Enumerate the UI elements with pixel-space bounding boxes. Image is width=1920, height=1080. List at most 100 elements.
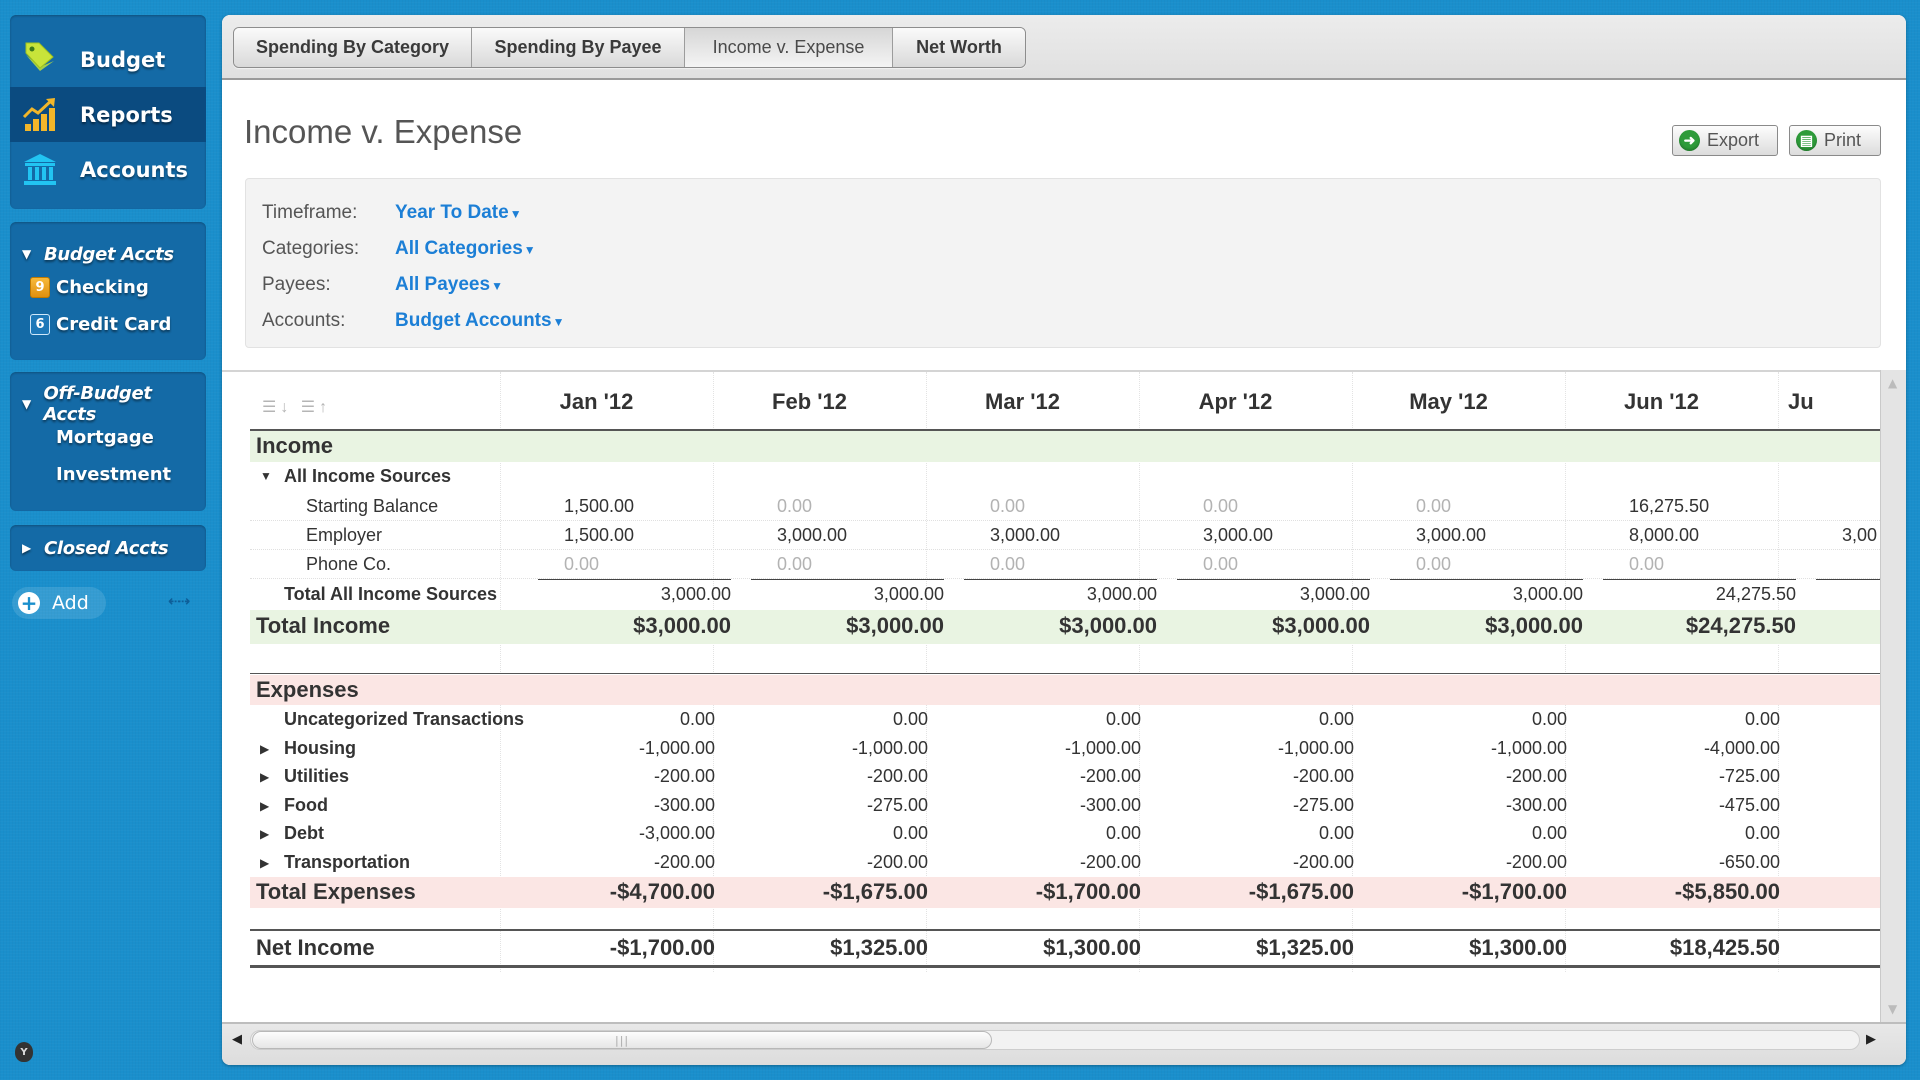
add-account-button[interactable]: + Add [12, 587, 106, 619]
tab-income-v-expense[interactable]: Income v. Expense [685, 28, 893, 67]
categories-dropdown[interactable]: All Categories▼ [395, 238, 536, 260]
print-button[interactable]: ▤ Print [1789, 125, 1881, 156]
subtotal-rule [1603, 579, 1796, 580]
export-button[interactable]: ➜ Export [1672, 125, 1778, 156]
cell-value: -200.00 [1079, 766, 1141, 786]
expense-category-row[interactable]: ▶ Transportation -200.00 -200.00 -200.00 -200… [250, 849, 1880, 877]
triangle-right-icon[interactable]: ▶ [260, 742, 269, 756]
sort-ascending-icon[interactable]: ☰↑ [292, 399, 331, 416]
income-source-row: Employer 1,500.00 3,000.00 3,000.00 3,000.00… [250, 521, 1880, 550]
cell-value: $3,000.00 [633, 613, 731, 638]
account-label: Credit Card [56, 314, 172, 335]
budget-accts-toggle[interactable]: ▼ Budget Accts [10, 239, 206, 269]
cell-value: 1,500.00 [564, 525, 635, 545]
grip-icon: ||| [615, 1034, 630, 1047]
cell-value: -1,000.00 [1277, 737, 1354, 758]
triangle-right-icon[interactable]: ▶ [260, 827, 269, 841]
subtotal-rule [1816, 579, 1880, 580]
app-logo-icon: Y [15, 1042, 33, 1062]
income-group-total-row: Total All Income Sources 3,000.00 3,000.00… [250, 581, 1880, 609]
cell-value: -200.00 [653, 851, 715, 872]
cell-value: -$1,675.00 [1248, 879, 1354, 904]
month-header: Feb '12 [772, 389, 847, 414]
cell-value: $1,325.00 [830, 935, 928, 960]
nav-budget[interactable]: Budget [10, 32, 206, 87]
timeframe-dropdown[interactable]: Year To Date▼ [395, 202, 522, 224]
month-header: Jun '12 [1624, 389, 1699, 414]
triangle-down-icon[interactable]: ▼ [260, 469, 272, 483]
collapse-sidebar-icon[interactable]: ⇠⇢ [168, 592, 190, 610]
group-title: Off-Budget Accts [43, 383, 152, 425]
net-income-rule-bottom [250, 965, 1880, 968]
triangle-down-icon: ▼ [22, 397, 31, 411]
month-header: Apr '12 [1198, 389, 1273, 414]
printer-icon: ▤ [1796, 130, 1817, 151]
row-label: Employer [306, 525, 383, 545]
subtotal-rule [1177, 579, 1370, 580]
nav-label: Reports [80, 102, 173, 127]
unread-count-badge: 9 [30, 277, 50, 298]
scroll-down-icon[interactable]: ▼ [1888, 1002, 1897, 1016]
expense-category-row[interactable]: ▶ Utilities -200.00 -200.00 -200.00 -200.00 -2… [250, 763, 1880, 791]
horizontal-scrollbar[interactable]: ◀ ||| ▶ [222, 1022, 1906, 1065]
cell-value: -200.00 [653, 766, 715, 786]
vertical-scrollbar[interactable]: ▲ ▼ [1880, 370, 1906, 1022]
tab-spending-by-payee[interactable]: Spending By Payee [472, 28, 685, 67]
cell-value: 0.00 [777, 554, 813, 574]
cell-value: 0.00 [1416, 496, 1452, 516]
filter-label: Payees: [262, 274, 331, 295]
scroll-left-icon[interactable]: ◀ [232, 1032, 242, 1047]
expense-category-row[interactable]: ▶ Housing -1,000.00 -1,000.00 -1,000.00 -1,00… [250, 735, 1880, 763]
accounts-dropdown[interactable]: Budget Accounts▼ [395, 310, 564, 332]
cell-value: 24,275.50 [1715, 584, 1796, 604]
cell-value: -200.00 [1292, 851, 1354, 872]
budget-accounts-group: ▼ Budget Accts 9 Checking 6 Credit Card [10, 222, 206, 360]
expense-category-row[interactable]: ▶ Debt -3,000.00 0.00 0.00 0.00 0.00 0.00 [250, 820, 1880, 848]
account-checking[interactable]: 9 Checking [10, 269, 206, 306]
expense-category-row[interactable]: ▶ Food -300.00 -275.00 -300.00 -275.00 -300.00… [250, 792, 1880, 820]
filter-payees: Payees: All Payees▼ [262, 267, 1880, 303]
cell-value: $1,300.00 [1043, 935, 1141, 960]
sort-descending-icon[interactable]: ☰↓ [262, 399, 292, 416]
cell-value: -200.00 [1505, 766, 1567, 786]
cell-value: $3,000.00 [1059, 613, 1157, 638]
offbudget-accounts-group: ▼ Off-Budget Accts Mortgage Investment [10, 372, 206, 511]
cell-value: 0.00 [1203, 554, 1239, 574]
row-label: Phone Co. [306, 554, 392, 574]
cell-value: 0.00 [892, 823, 928, 843]
net-income-rule-top [250, 929, 1880, 931]
page-title: Income v. Expense [244, 113, 523, 150]
cell-value: -1,000.00 [851, 737, 928, 758]
nav-reports[interactable]: Reports [10, 87, 206, 142]
scroll-right-icon[interactable]: ▶ [1866, 1032, 1876, 1047]
tab-net-worth[interactable]: Net Worth [893, 28, 1025, 67]
tab-spending-by-category[interactable]: Spending By Category [234, 28, 472, 67]
account-credit-card[interactable]: 6 Credit Card [10, 306, 206, 343]
cell-value: -300.00 [653, 794, 715, 815]
cell-value: 3,000.00 [1299, 584, 1370, 604]
cell-value: 3,000.00 [1416, 525, 1487, 545]
cell-value: -275.00 [866, 794, 928, 815]
row-label: Debt [284, 823, 324, 843]
payees-dropdown[interactable]: All Payees▼ [395, 274, 503, 296]
scroll-thumb[interactable]: ||| [252, 1031, 992, 1049]
cell-value: 16,275.50 [1629, 496, 1710, 516]
cell-value: 0.00 [679, 709, 715, 729]
cell-value: -275.00 [1292, 794, 1354, 815]
triangle-right-icon[interactable]: ▶ [260, 856, 269, 870]
scroll-up-icon[interactable]: ▲ [1888, 376, 1897, 390]
bank-icon [20, 150, 60, 190]
cell-value: 0.00 [1105, 823, 1141, 843]
triangle-right-icon[interactable]: ▶ [260, 770, 269, 784]
offbudget-accts-toggle[interactable]: ▼ Off-Budget Accts [10, 383, 206, 425]
account-investment[interactable]: Investment [10, 456, 206, 493]
income-group-row[interactable]: ▼ All Income Sources [250, 464, 1880, 492]
report-filters: Timeframe: Year To Date▼ Categories: All… [245, 178, 1881, 348]
arrow-right-icon: ➜ [1679, 130, 1700, 151]
triangle-right-icon[interactable]: ▶ [260, 799, 269, 813]
nav-accounts[interactable]: Accounts [10, 142, 206, 197]
cell-value: 0.00 [777, 496, 813, 516]
cell-value: -475.00 [1718, 794, 1780, 815]
closed-accts-toggle[interactable]: ▶ Closed Accts [10, 533, 206, 563]
expenses-rule [250, 673, 1880, 674]
